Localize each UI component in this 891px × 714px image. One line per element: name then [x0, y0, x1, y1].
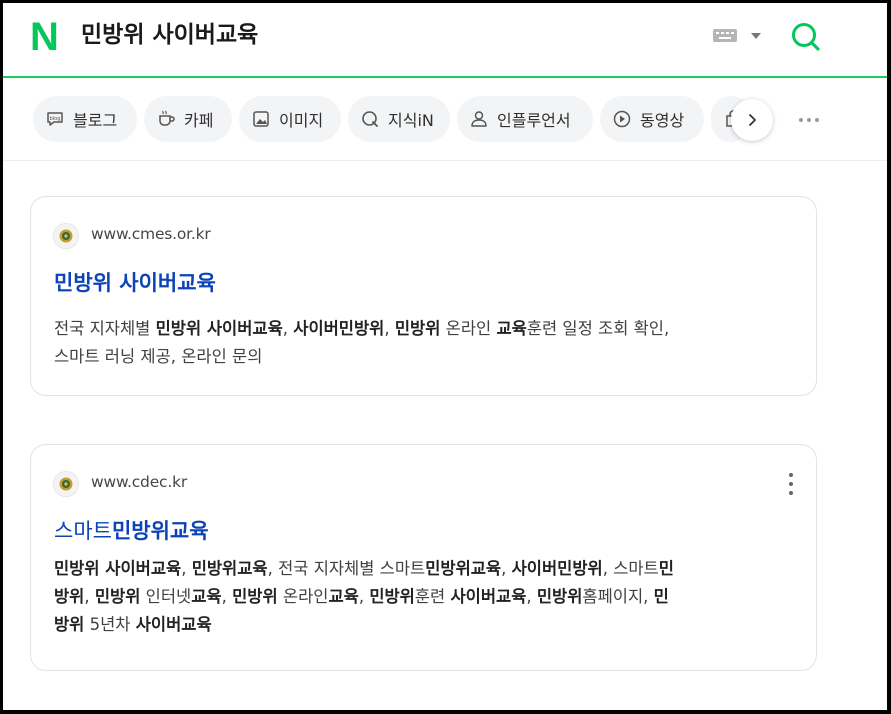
result-description: 민방위 사이버교육, 민방위교육, 전국 지자체별 스마트민방위교육, 사이버민… [54, 555, 799, 639]
tabs-scroll-next-button[interactable] [731, 99, 773, 141]
description-highlight: 민방위교육 [425, 559, 502, 578]
description-highlight: 민방위 [94, 587, 141, 606]
chevron-down-icon [751, 33, 761, 39]
site-favicon [53, 471, 79, 497]
description-highlight: 방위 [54, 587, 85, 606]
tab-cafe[interactable]: 카페 [144, 96, 232, 142]
description-highlight: 민방위 사이버교육 [54, 559, 182, 578]
description-highlight: 사이버교육 [450, 587, 527, 606]
description-text: , 스마트 [602, 559, 659, 578]
tab-influencer[interactable]: 인플루언서 [457, 96, 593, 142]
tab-label: 블로그 [73, 111, 118, 130]
tab-video[interactable]: 동영상 [600, 96, 704, 142]
description-text: 인터넷 [140, 587, 192, 606]
description-highlight: 민방위 사이버교육 [155, 319, 283, 338]
description-highlight: 교육 [191, 587, 222, 606]
description-highlight: 방위 [54, 615, 85, 634]
search-button[interactable] [789, 20, 823, 54]
description-text: , 전국 지자체별 스마트 [267, 559, 426, 578]
description-text: 홈페이지, [582, 587, 654, 606]
description-line: 스마트 러닝 제공, 온라인 문의 [54, 343, 799, 371]
tab-label: 이미지 [279, 111, 324, 130]
civil-defense-emblem-icon [59, 229, 73, 243]
description-text: 훈련 [414, 587, 451, 606]
description-text: , [221, 587, 233, 606]
cafe-cup-icon [156, 109, 176, 129]
search-header: N 민방위 사이버교육 [3, 3, 887, 78]
description-highlight: 민 [658, 559, 674, 578]
description-text: 5년차 [84, 615, 136, 634]
description-text: , [282, 319, 294, 338]
tab-image[interactable]: 이미지 [239, 96, 341, 142]
description-text: , [84, 587, 95, 606]
description-text: , [358, 587, 370, 606]
description-text: 온라인 [277, 587, 329, 606]
description-text: , [526, 587, 537, 606]
keyboard-input-button[interactable] [713, 25, 763, 51]
description-text: 전국 지자체별 [54, 319, 156, 338]
result-site-url[interactable]: www.cdec.kr [91, 473, 187, 491]
result-description: 전국 지자체별 민방위 사이버교육, 사이버민방위, 민방위 온라인 교육훈련 … [54, 315, 799, 371]
chevron-right-icon [749, 114, 756, 126]
keyboard-icon [713, 29, 737, 42]
tab-label: 인플루언서 [497, 111, 571, 130]
tab-kin[interactable]: 지식iN [348, 96, 450, 142]
image-icon [251, 109, 271, 129]
description-line: 민방위 사이버교육, 민방위교육, 전국 지자체별 스마트민방위교육, 사이버민… [54, 555, 799, 583]
search-result-card: www.cmes.or.kr 민방위 사이버교육 전국 지자체별 민방위 사이버… [30, 196, 817, 396]
description-text: , [384, 319, 395, 338]
result-title-link[interactable]: 스마트민방위교육 [54, 515, 209, 545]
result-site-url[interactable]: www.cmes.or.kr [91, 225, 211, 243]
search-result-card: www.cdec.kr 스마트민방위교육 민방위 사이버교육, 민방위교육, 전… [30, 444, 817, 671]
description-highlight: 민방위 [536, 587, 583, 606]
description-text: , [501, 559, 512, 578]
description-highlight: 교육 [496, 319, 527, 338]
description-line: 방위 5년차 사이버교육 [54, 611, 799, 639]
more-dots-icon [799, 118, 803, 122]
description-text: 스마트 러닝 제공, 온라인 문의 [54, 347, 263, 366]
result-more-button[interactable] [787, 473, 795, 495]
description-highlight: 민방위 [232, 587, 278, 606]
description-highlight: 민방위교육 [191, 559, 268, 578]
result-title-link[interactable]: 민방위 사이버교육 [54, 267, 216, 297]
tab-label: 동영상 [640, 111, 685, 130]
description-highlight: 사이버민방위 [293, 319, 385, 338]
tab-blog[interactable]: blog 블로그 [33, 96, 137, 142]
tab-label: 카페 [184, 111, 214, 130]
description-highlight: 교육 [328, 587, 359, 606]
description-highlight: 사이버교육 [135, 615, 212, 634]
kin-q-icon [360, 109, 380, 129]
play-icon [612, 109, 632, 129]
site-favicon [53, 223, 79, 249]
description-highlight: 민방위 [369, 587, 415, 606]
naver-logo[interactable]: N [30, 17, 64, 57]
browser-viewport: N 민방위 사이버교육 blog 블로그 카페 이미지 지식iN 인플루언서 동… [3, 3, 887, 710]
search-icon [792, 23, 820, 51]
more-options-button[interactable] [795, 110, 823, 130]
description-text: 훈련 일정 조회 확인, [526, 319, 670, 338]
description-highlight: 민방위 [394, 319, 441, 338]
person-icon [469, 109, 489, 129]
description-text: 온라인 [440, 319, 497, 338]
description-highlight: 사이버민방위 [511, 559, 603, 578]
description-line: 전국 지자체별 민방위 사이버교육, 사이버민방위, 민방위 온라인 교육훈련 … [54, 315, 799, 343]
kebab-menu-icon [789, 473, 793, 477]
blog-icon: blog [45, 109, 65, 129]
description-line: 방위, 민방위 인터넷교육, 민방위 온라인교육, 민방위훈련 사이버교육, 민… [54, 583, 799, 611]
search-query-text[interactable]: 민방위 사이버교육 [81, 19, 258, 51]
civil-defense-emblem-icon [59, 477, 73, 491]
svg-text:blog: blog [50, 116, 61, 122]
tab-label: 지식iN [388, 111, 434, 130]
description-highlight: 민 [653, 587, 669, 606]
description-text: , [181, 559, 192, 578]
